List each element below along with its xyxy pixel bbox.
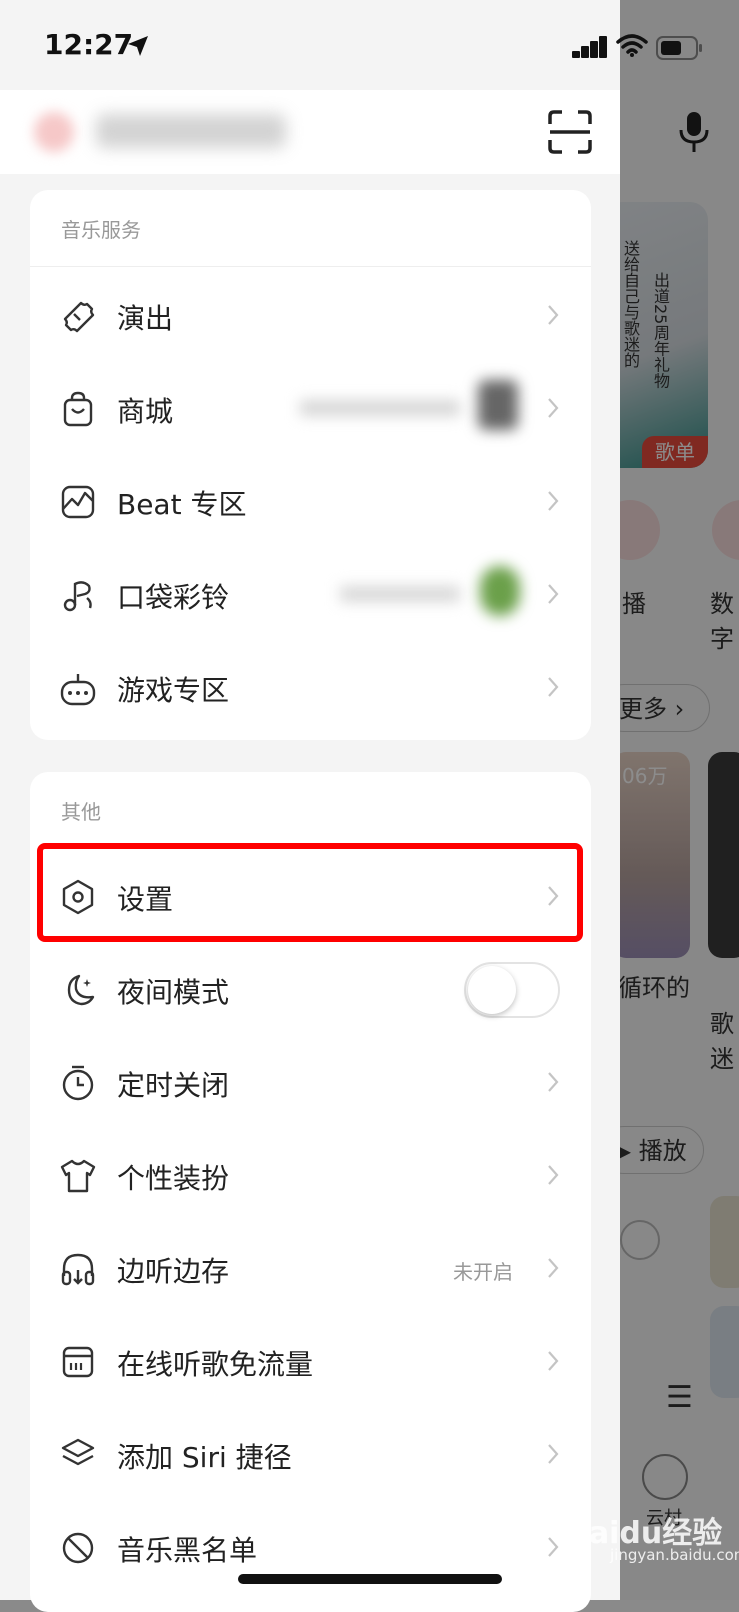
avatar[interactable] <box>34 112 74 152</box>
menu-item-sleep-timer[interactable]: 定时关闭 <box>30 1036 591 1131</box>
chevron-right-icon <box>548 1258 559 1278</box>
timer-icon <box>62 1065 94 1101</box>
menu-label: 添加 Siri 捷径 <box>117 1441 292 1474</box>
menu-item-cache-while-listening[interactable]: 边听边存 未开启 <box>30 1222 591 1317</box>
blurred-promo-image <box>478 380 518 430</box>
cellular-signal-icon <box>574 36 607 58</box>
menu-item-games[interactable]: 游戏专区 <box>30 641 591 736</box>
side-drawer: 12:27 音乐服务 演出 商城 Beat 专区 口袋彩铃 游戏专区 其他 设置… <box>0 0 620 1612</box>
location-arrow-icon <box>128 36 148 56</box>
menu-label: 音乐黑名单 <box>117 1534 258 1567</box>
baidu-watermark: Baidu经验 jingyan.baidu.com <box>566 1508 739 1564</box>
menu-label: 个性装扮 <box>117 1162 230 1195</box>
profile-header[interactable] <box>0 90 620 174</box>
chevron-right-icon <box>548 305 559 325</box>
music-services-card: 音乐服务 演出 商城 Beat 专区 口袋彩铃 游戏专区 <box>30 190 591 740</box>
chevron-right-icon <box>548 1444 559 1464</box>
tshirt-icon <box>60 1159 96 1193</box>
menu-label: 游戏专区 <box>117 674 230 707</box>
chevron-right-icon <box>548 1537 559 1557</box>
toggle-knob <box>468 966 516 1014</box>
menu-label: 定时关闭 <box>117 1069 230 1102</box>
beat-wave-icon <box>61 485 95 519</box>
menu-label: 边听边存 <box>117 1255 230 1288</box>
headphones-icon <box>61 1253 95 1286</box>
status-text: 未开启 <box>453 1260 513 1284</box>
menu-label: 口袋彩铃 <box>117 581 230 614</box>
section-title-other: 其他 <box>61 800 101 824</box>
block-icon <box>62 1532 94 1564</box>
chevron-right-icon <box>548 1165 559 1185</box>
menu-label: 演出 <box>117 302 174 335</box>
menu-label: 夜间模式 <box>117 976 230 1009</box>
wifi-icon <box>616 34 648 57</box>
menu-item-mall[interactable]: 商城 <box>30 362 591 457</box>
menu-label: 在线听歌免流量 <box>117 1348 314 1381</box>
chevron-right-icon <box>548 491 559 511</box>
menu-label: 商城 <box>117 395 174 428</box>
shopping-bag-icon <box>63 391 93 427</box>
watermark-subtext: jingyan.baidu.com <box>610 1546 739 1564</box>
music-note-icon <box>63 581 92 612</box>
scan-icon[interactable] <box>548 110 592 154</box>
username-blurred[interactable] <box>96 114 286 148</box>
menu-item-shows[interactable]: 演出 <box>30 269 591 364</box>
chevron-right-icon <box>548 398 559 418</box>
dim-overlay[interactable] <box>620 0 739 1600</box>
night-mode-toggle[interactable] <box>464 962 560 1018</box>
menu-item-beat[interactable]: Beat 专区 <box>30 455 591 550</box>
sim-card-icon <box>62 1346 94 1378</box>
chevron-right-icon <box>548 677 559 697</box>
chevron-right-icon <box>548 1351 559 1371</box>
status-time: 12:27 <box>44 28 134 61</box>
chevron-right-icon <box>548 584 559 604</box>
divider <box>30 266 591 267</box>
chevron-right-icon <box>548 1072 559 1092</box>
ticket-icon <box>63 301 95 333</box>
home-indicator[interactable] <box>238 1574 502 1584</box>
blurred-promo-text <box>340 586 460 602</box>
blurred-promo-image <box>480 566 520 616</box>
blurred-promo-text <box>300 400 460 416</box>
menu-label: Beat 专区 <box>117 488 247 521</box>
menu-item-theme[interactable]: 个性装扮 <box>30 1129 591 1224</box>
battery-icon <box>656 36 702 60</box>
layers-icon <box>61 1438 95 1466</box>
gamepad-icon <box>60 674 96 706</box>
settings-highlight-box <box>37 843 583 942</box>
section-title-music-services: 音乐服务 <box>61 218 141 242</box>
status-bar: 12:27 <box>0 0 620 90</box>
menu-item-siri-shortcut[interactable]: 添加 Siri 捷径 <box>30 1408 591 1503</box>
menu-item-free-data[interactable]: 在线听歌免流量 <box>30 1315 591 1410</box>
moon-icon <box>67 974 95 1006</box>
menu-item-ringtone[interactable]: 口袋彩铃 <box>30 548 591 643</box>
